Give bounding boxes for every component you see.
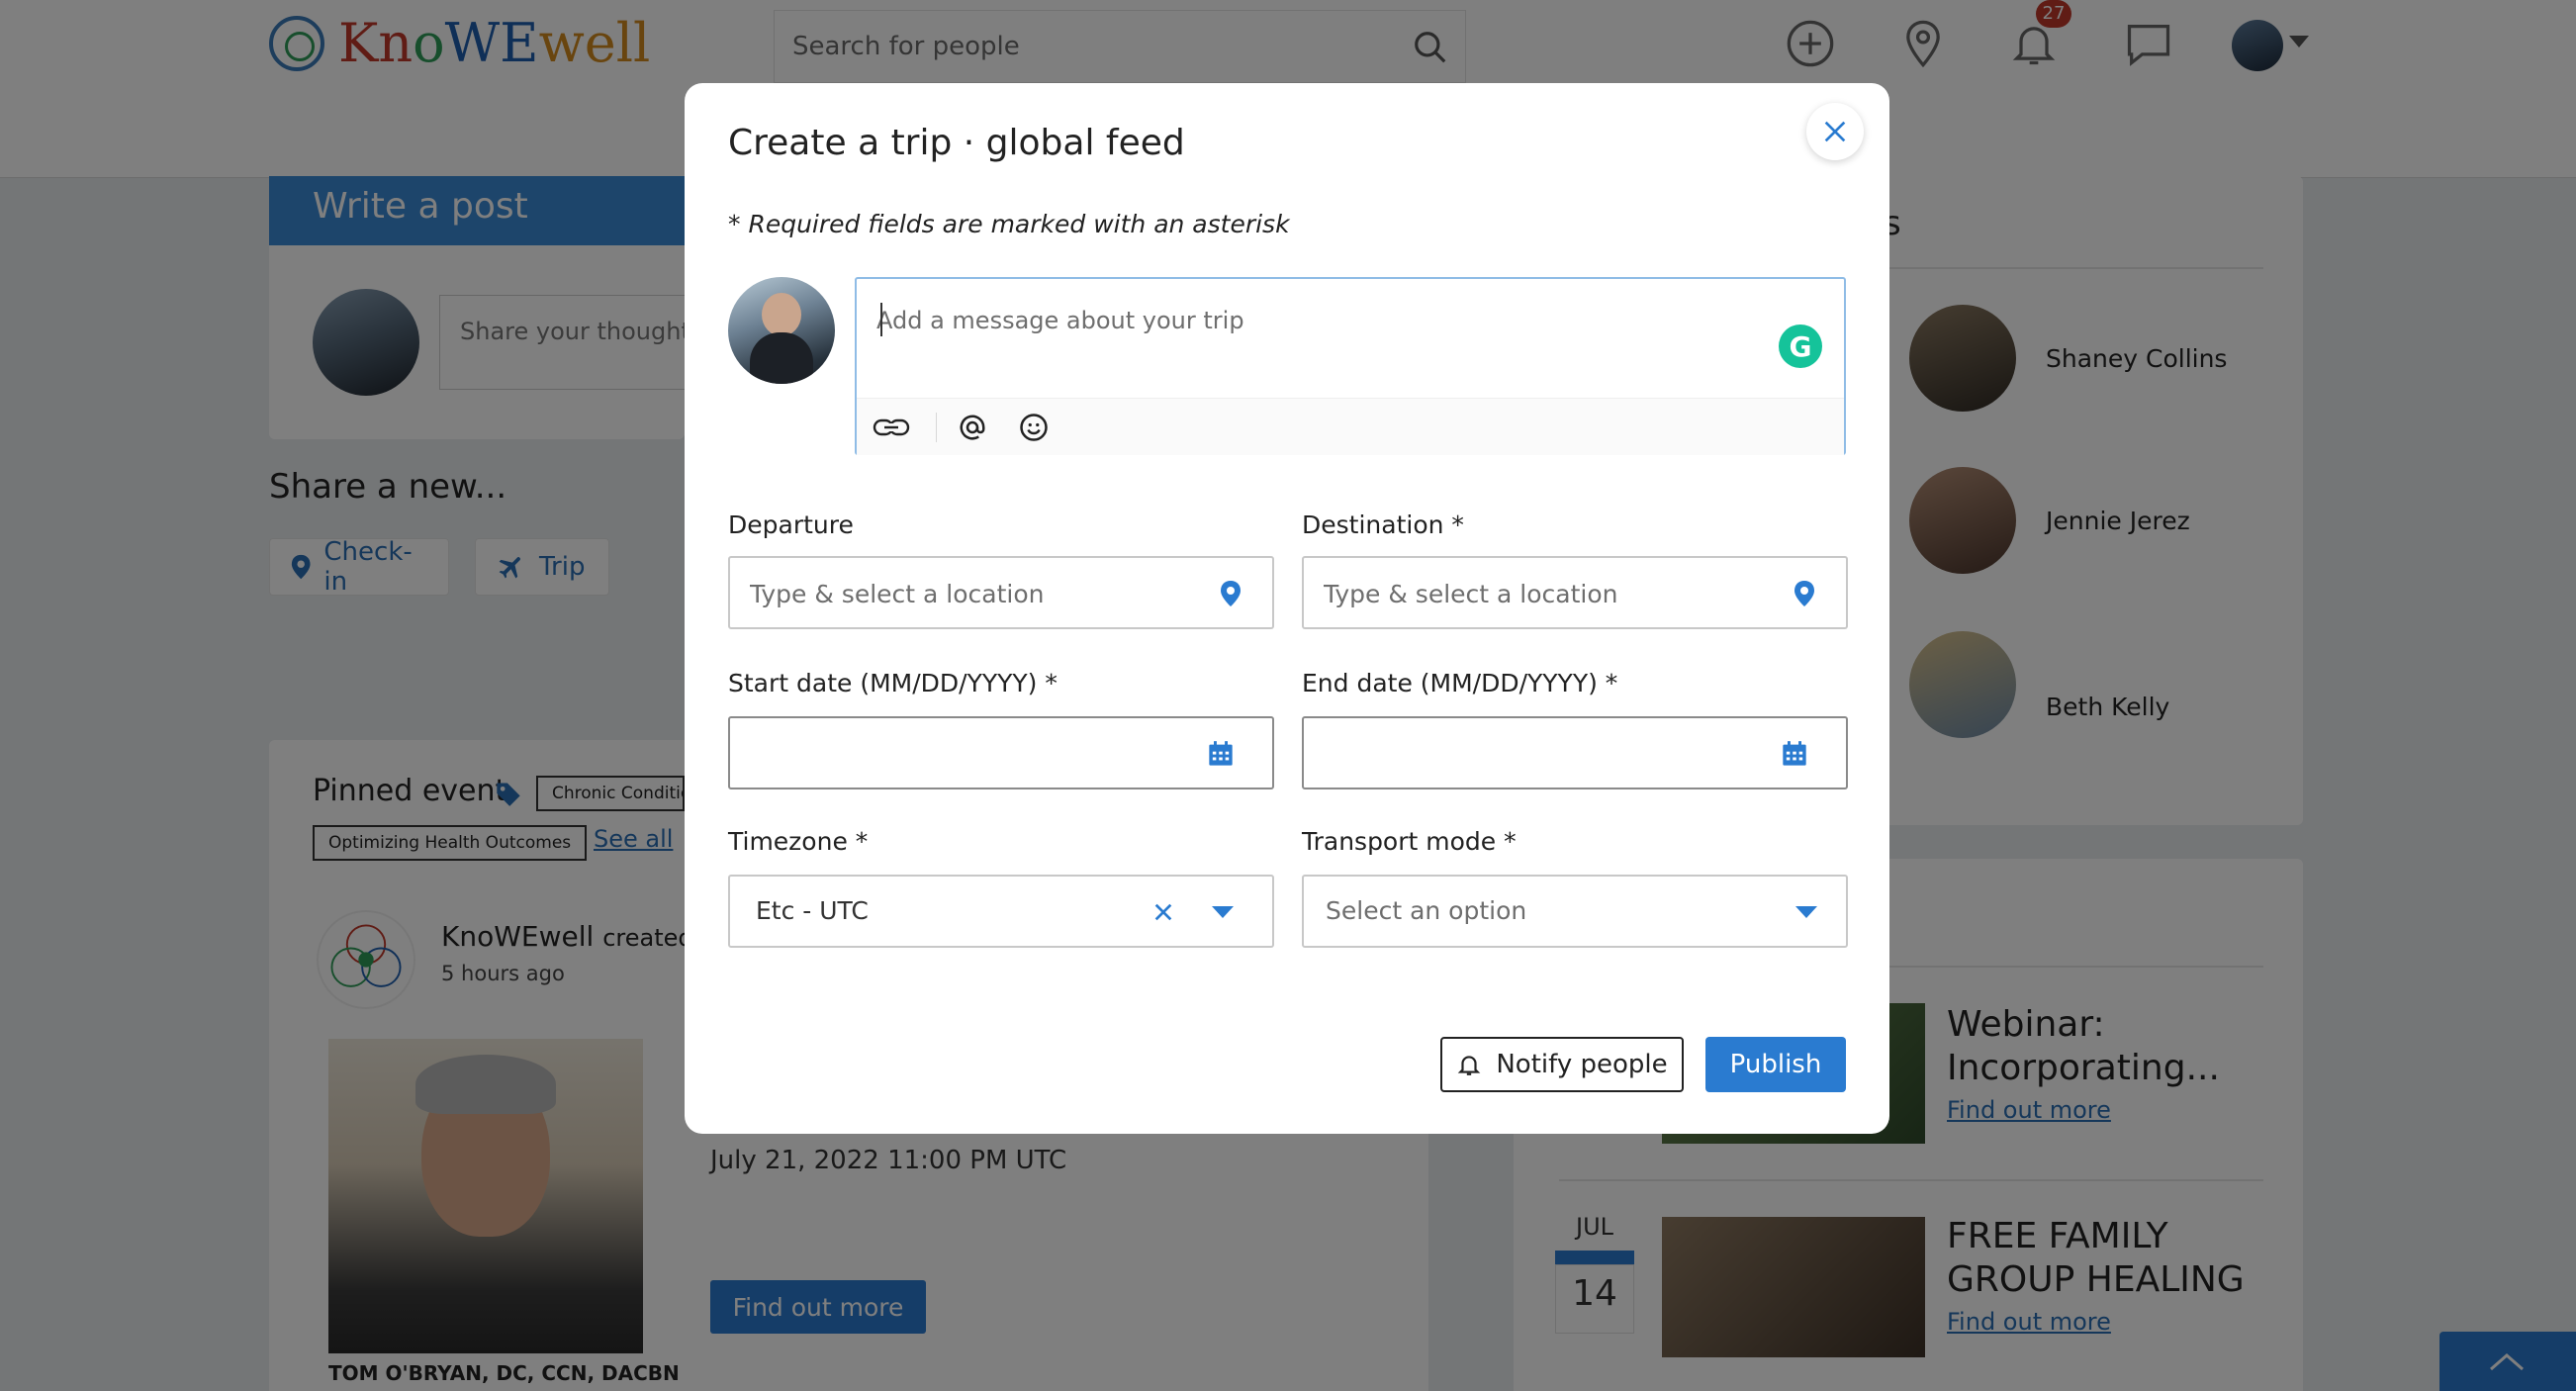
toolbar-separator: [936, 413, 937, 442]
destination-field: [1302, 556, 1848, 629]
message-toolbar: [857, 398, 1844, 455]
transport-mode-placeholder: Select an option: [1326, 896, 1527, 925]
grammarly-icon[interactable]: G: [1779, 325, 1822, 368]
start-date-label: Start date (MM/DD/YYYY) *: [728, 669, 1058, 697]
calendar-icon[interactable]: [1777, 736, 1812, 772]
create-trip-modal: Create a trip · global feed * Required f…: [685, 83, 1889, 1134]
clear-icon[interactable]: [1146, 894, 1181, 930]
departure-label: Departure: [728, 510, 854, 539]
calendar-icon[interactable]: [1203, 736, 1239, 772]
close-button[interactable]: [1806, 103, 1864, 160]
link-icon[interactable]: [873, 411, 910, 444]
chevron-down-icon[interactable]: [1205, 894, 1241, 930]
timezone-select[interactable]: Etc - UTC: [728, 875, 1274, 948]
emoji-icon[interactable]: [1015, 411, 1053, 444]
chevron-down-icon[interactable]: [1789, 894, 1824, 930]
mention-icon[interactable]: [954, 411, 991, 444]
location-pin-icon: [1787, 576, 1822, 611]
notify-people-button[interactable]: Notify people: [1440, 1037, 1684, 1092]
timezone-value: Etc - UTC: [756, 896, 869, 925]
required-fields-note: * Required fields are marked with an ast…: [728, 210, 1290, 238]
destination-input[interactable]: [1324, 574, 1759, 613]
timezone-label: Timezone *: [728, 827, 869, 856]
bell-icon: [1458, 1056, 1481, 1075]
modal-title: Create a trip · global feed: [728, 123, 1185, 163]
departure-input[interactable]: [750, 574, 1185, 613]
author-avatar: [728, 277, 835, 384]
departure-field: [728, 556, 1274, 629]
end-date-label: End date (MM/DD/YYYY) *: [1302, 669, 1618, 697]
text-cursor: [880, 303, 882, 336]
location-pin-icon: [1213, 576, 1248, 611]
notify-people-label: Notify people: [1496, 1050, 1668, 1079]
publish-button[interactable]: Publish: [1705, 1037, 1846, 1092]
transport-mode-label: Transport mode *: [1302, 827, 1517, 856]
trip-message-box: G: [855, 277, 1846, 455]
transport-mode-select[interactable]: Select an option: [1302, 875, 1848, 948]
end-date-field[interactable]: [1302, 716, 1848, 789]
close-icon: [1824, 121, 1846, 142]
destination-label: Destination *: [1302, 510, 1464, 539]
start-date-field[interactable]: [728, 716, 1274, 789]
trip-message-input[interactable]: [876, 301, 1747, 340]
